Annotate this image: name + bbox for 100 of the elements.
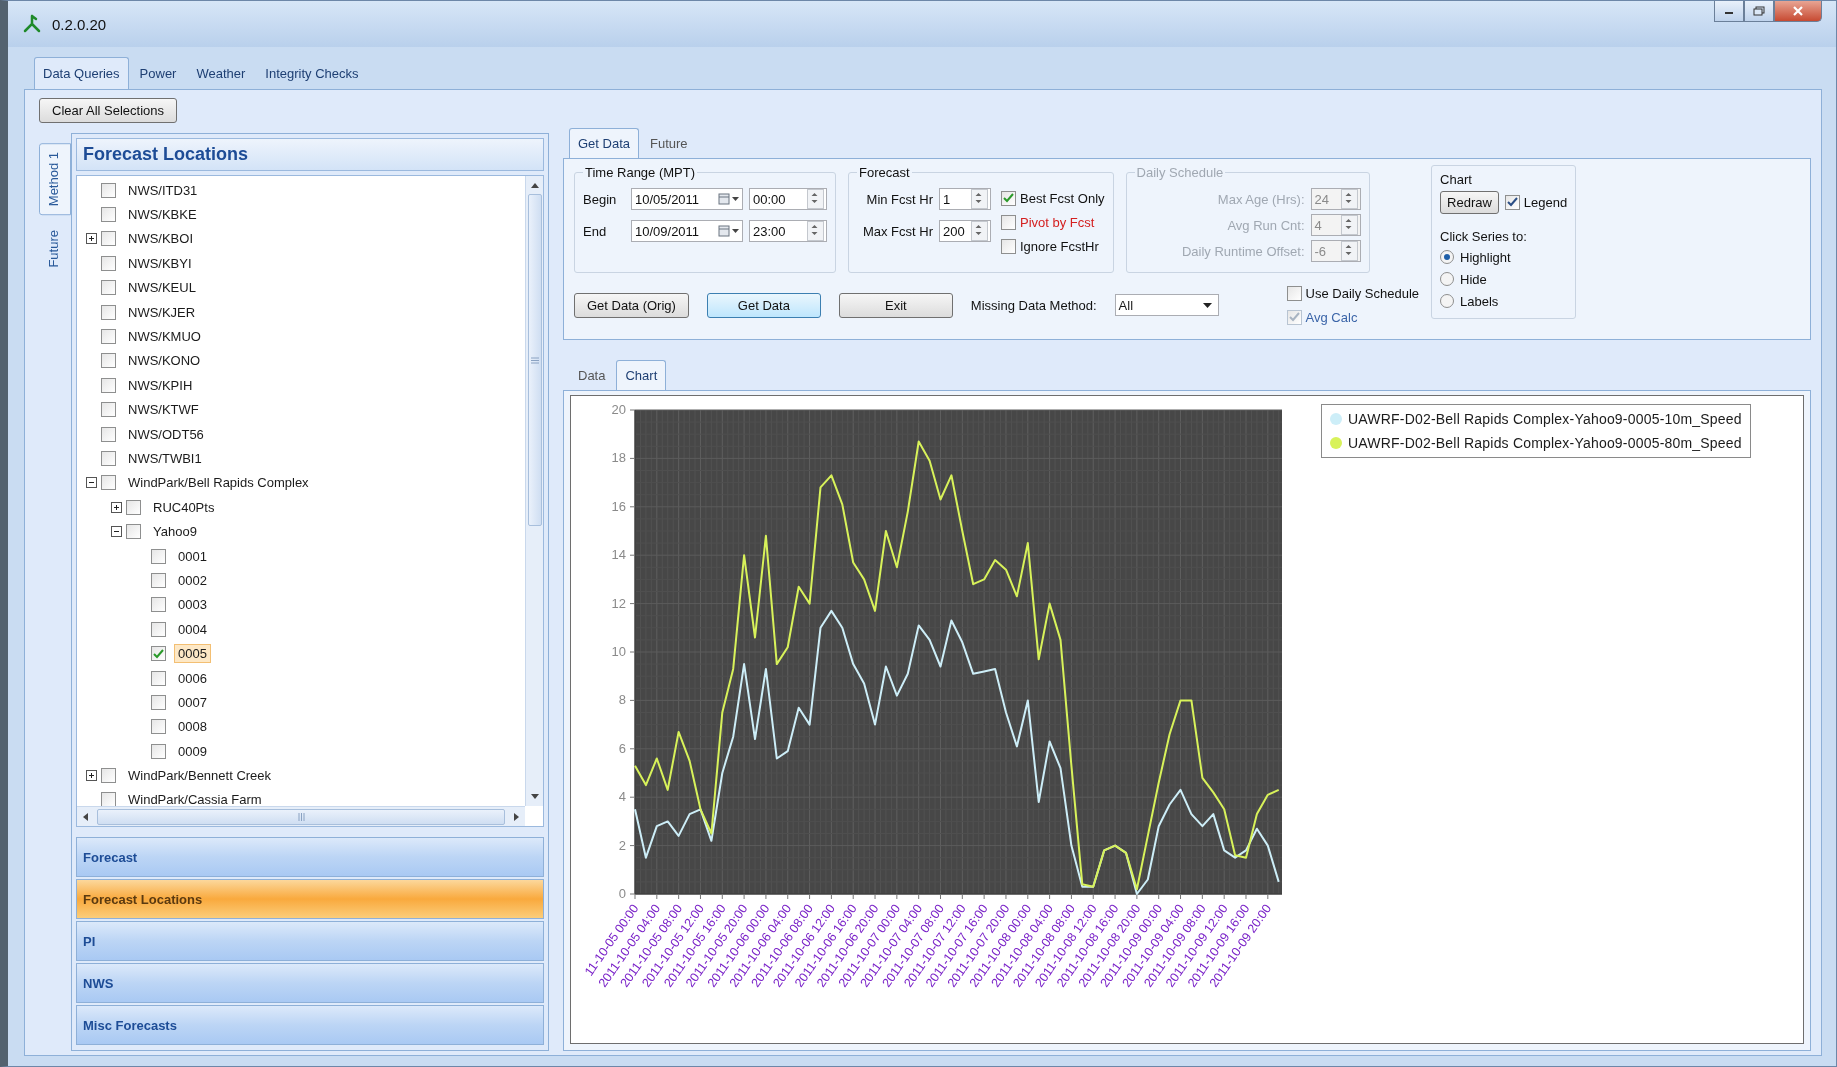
horizontal-scrollbar[interactable]: [77, 806, 525, 826]
action-button[interactable]: Get Data (Orig): [574, 292, 689, 318]
tree-item[interactable]: NWS/TWBI1: [124, 449, 206, 468]
navigation-bar-item[interactable]: Misc Forecasts: [76, 1005, 544, 1045]
checkbox[interactable]: [151, 670, 166, 686]
tab[interactable]: Chart: [616, 360, 667, 390]
tree-item[interactable]: NWS/KONO: [124, 351, 205, 371]
checkbox[interactable]: [126, 499, 141, 515]
checkbox[interactable]: [1001, 214, 1016, 230]
tree-item[interactable]: NWS/ODT56: [124, 424, 208, 444]
checkbox[interactable]: [1286, 285, 1302, 301]
checkbox[interactable]: [101, 304, 116, 320]
action-button[interactable]: Get Data: [706, 292, 821, 318]
minimize-button[interactable]: [1714, 1, 1744, 22]
checkbox[interactable]: [101, 231, 116, 247]
tree-item[interactable]: Yahoo9: [149, 522, 201, 542]
tree-item[interactable]: 0007: [174, 692, 211, 712]
navigation-bar-item[interactable]: Forecast: [76, 837, 544, 877]
tree-item[interactable]: WindPark/Cassia Farm: [124, 790, 266, 806]
tab[interactable]: Integrity Checks: [256, 57, 368, 89]
checkbox[interactable]: [101, 792, 116, 806]
checkbox[interactable]: [151, 646, 166, 662]
series-line[interactable]: [634, 609, 1280, 895]
tree-item[interactable]: NWS/KBYI: [124, 253, 196, 273]
action-button[interactable]: Exit: [838, 292, 953, 318]
checkbox[interactable]: [101, 768, 116, 784]
expand-icon[interactable]: [85, 233, 97, 245]
spin-buttons[interactable]: [1340, 215, 1358, 235]
tree-item[interactable]: 0009: [174, 741, 211, 761]
radio-button[interactable]: [1440, 250, 1455, 264]
tab[interactable]: Future: [641, 128, 697, 158]
left-arrow-icon[interactable]: [81, 811, 89, 822]
tree-item[interactable]: NWS/KMUO: [124, 327, 205, 347]
checkbox[interactable]: [101, 402, 116, 418]
redraw-button[interactable]: Redraw: [1440, 190, 1499, 214]
checkbox[interactable]: [151, 548, 166, 564]
spin-buttons[interactable]: [807, 221, 824, 241]
tree-item[interactable]: 0001: [174, 546, 211, 566]
checkbox[interactable]: [101, 182, 116, 198]
checkbox[interactable]: [1001, 190, 1016, 206]
calendar-dropdown-icon[interactable]: [718, 193, 740, 205]
tree-item[interactable]: NWS/KJER: [124, 302, 200, 322]
spin-buttons[interactable]: [971, 221, 988, 241]
checkbox[interactable]: [101, 377, 116, 393]
checkbox[interactable]: [151, 719, 166, 735]
spin-buttons[interactable]: [807, 189, 824, 209]
tree-item[interactable]: WindPark/Bennett Creek: [124, 766, 276, 786]
scroll-thumb[interactable]: [527, 194, 542, 526]
tab[interactable]: Data Queries: [34, 57, 129, 89]
tab[interactable]: Weather: [187, 57, 255, 89]
legend-label[interactable]: UAWRF-D02-Bell Rapids Complex-Yahoo9-0005-10m_Speed: [1348, 411, 1742, 427]
tree-item[interactable]: WindPark/Bell Rapids Complex: [124, 473, 313, 493]
navigation-bar-item[interactable]: PI: [76, 921, 544, 961]
time-field[interactable]: 23:00: [749, 220, 827, 242]
date-field[interactable]: 10/05/2011: [631, 188, 743, 210]
checkbox[interactable]: [101, 475, 116, 491]
tab[interactable]: Data: [569, 360, 615, 390]
navigation-bar-item[interactable]: Forecast Locations: [76, 879, 544, 919]
tab[interactable]: Get Data: [569, 128, 640, 158]
maximize-button[interactable]: [1744, 1, 1774, 22]
time-field[interactable]: 00:00: [749, 188, 827, 210]
checkbox[interactable]: [101, 353, 116, 369]
vertical-scrollbar[interactable]: [525, 176, 543, 806]
radio-button[interactable]: [1440, 272, 1455, 286]
tab[interactable]: Power: [130, 57, 186, 89]
checkbox[interactable]: [101, 207, 116, 223]
checkbox[interactable]: [151, 621, 166, 637]
checkbox[interactable]: [101, 426, 116, 442]
checkbox[interactable]: [1504, 194, 1520, 210]
legend-label[interactable]: UAWRF-D02-Bell Rapids Complex-Yahoo9-0005-80m_Speed: [1348, 435, 1742, 451]
tree-item[interactable]: 0003: [174, 595, 211, 615]
clear-selections-button[interactable]: Clear All Selections: [39, 98, 177, 123]
collapse-icon[interactable]: [110, 526, 122, 538]
checkbox[interactable]: [151, 572, 166, 588]
number-field[interactable]: 200: [939, 220, 991, 242]
navigation-bar-item[interactable]: NWS: [76, 963, 544, 1003]
scroll-thumb[interactable]: [97, 808, 505, 825]
tree-item[interactable]: RUC40Pts: [149, 497, 219, 517]
spin-buttons[interactable]: [971, 189, 988, 209]
spin-buttons[interactable]: [1340, 189, 1358, 209]
number-field[interactable]: 1: [939, 188, 991, 210]
checkbox[interactable]: [151, 694, 166, 710]
close-button[interactable]: [1774, 1, 1822, 22]
date-field[interactable]: 10/09/2011: [631, 220, 743, 242]
tree-item[interactable]: NWS/KEUL: [124, 278, 200, 298]
tree-item[interactable]: 0005: [174, 644, 211, 664]
checkbox[interactable]: [101, 255, 116, 271]
checkbox[interactable]: [101, 451, 116, 466]
tree-item[interactable]: 0002: [174, 570, 211, 590]
tree-item[interactable]: 0006: [174, 668, 211, 688]
calendar-dropdown-icon[interactable]: [718, 225, 740, 237]
expand-icon[interactable]: [85, 770, 97, 782]
right-arrow-icon[interactable]: [513, 811, 521, 822]
tree-item[interactable]: NWS/KBOI: [124, 229, 197, 249]
checkbox[interactable]: [151, 743, 166, 759]
side-tab[interactable]: Future: [39, 221, 71, 277]
checkbox[interactable]: [101, 280, 116, 296]
missing-method-dropdown[interactable]: All: [1114, 294, 1219, 316]
tree-item[interactable]: NWS/ITD31: [124, 180, 202, 200]
tree-item[interactable]: NWS/KPIH: [124, 375, 197, 395]
